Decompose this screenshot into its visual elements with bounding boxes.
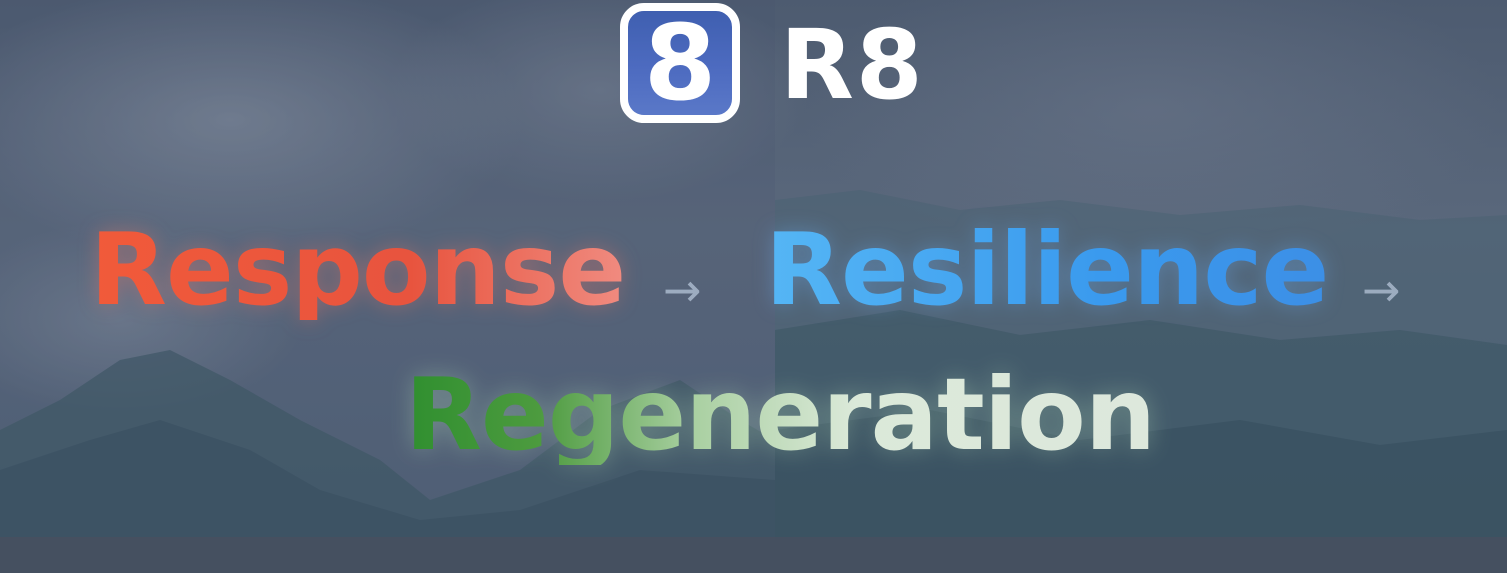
right-arrow-icon: → [1362,263,1401,317]
logo-digit: 8 [643,1,717,124]
bottom-bar [0,537,1507,573]
brand-name: R8 [780,9,925,121]
right-arrow-icon: → [663,263,702,317]
r8-logo-icon: 8 [620,1,740,124]
tagline-response: Response [90,211,626,328]
tagline-regeneration: Regeneration [405,356,1156,473]
brand-header: 8 R8 [620,0,925,130]
tagline-resilience: Resilience [765,211,1329,328]
